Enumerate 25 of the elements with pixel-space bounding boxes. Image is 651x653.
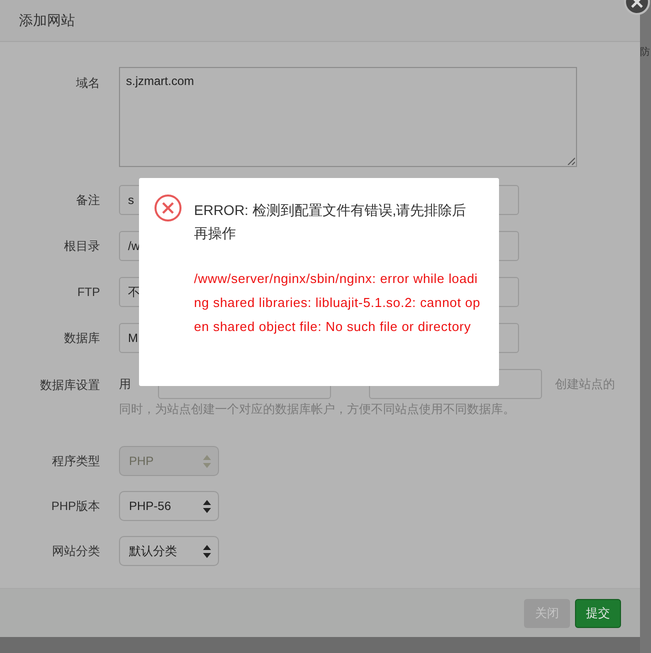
field-label: 数据库设置 [39,377,100,394]
database-hint: 同时，为站点创建一个对应的数据库帐户，方便不同站点使用不同数据库。 [119,401,516,418]
submit-button[interactable]: 提交 [575,598,621,628]
domain-textarea[interactable]: s.jzmart.com [119,67,577,167]
field-label: 备注 [75,192,100,208]
field-label: 网站分类 [51,542,100,560]
database-hint: 创建站点的 [555,376,615,392]
field-label: 程序类型 [51,452,100,470]
select-field[interactable]: 默认分类 [119,536,219,566]
sort-arrows-icon [203,500,211,512]
resize-grip-icon[interactable] [567,157,575,165]
field-label: 域名 [75,75,100,92]
error-detail: /www/server/nginx/sbin/nginx: error while loading shared libraries: libluajit-5.1.so.2: cannot open shared object file: No such file or directory [194,270,482,336]
field-label: 根目录 [63,238,100,254]
user-label: 用 [119,376,132,392]
sort-arrows-icon [203,544,211,558]
error-message: ERROR: 检测到配置文件有错误,请先排除后再操作 [194,201,468,243]
column-header: 防 [640,47,650,58]
select-field[interactable]: PHP-56 [119,491,219,521]
field-label: PHP版本 [50,498,100,514]
error-icon [154,194,182,222]
field-label: 数据库 [63,330,100,346]
dialog-title: 添加网站 [19,12,75,30]
sort-arrows-icon [203,454,211,468]
field-label: FTP [76,285,100,299]
